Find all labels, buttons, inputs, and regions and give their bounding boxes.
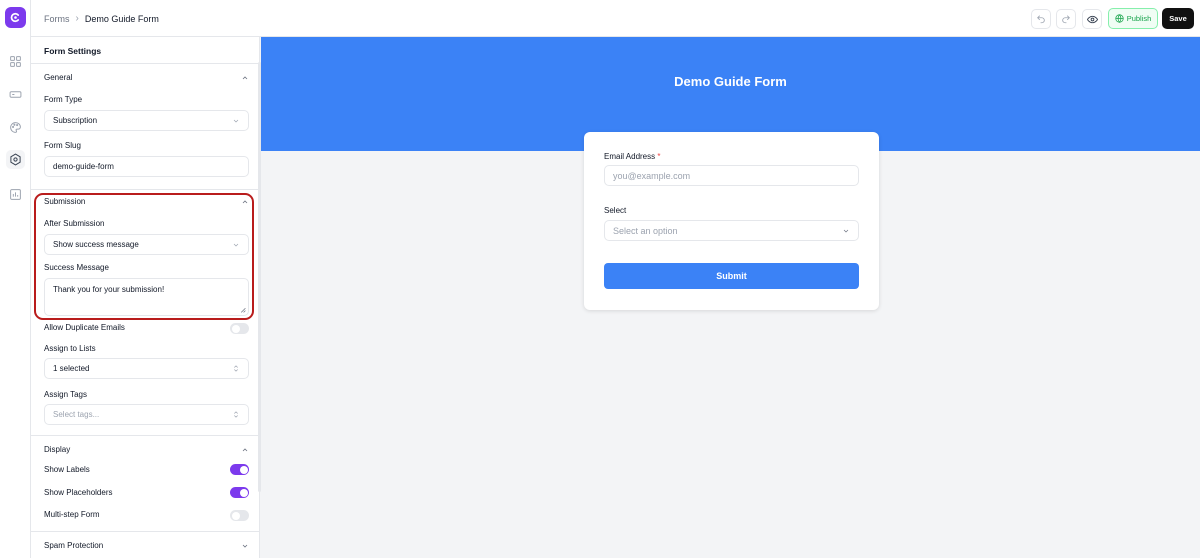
top-bar: Forms › Demo Guide Form Publish Save [31,0,1200,37]
divider [31,435,260,436]
form-preview-canvas: Demo Guide Form Email Address * you@exam… [261,37,1200,558]
save-button[interactable]: Save [1162,8,1194,29]
breadcrumb-forms-link[interactable]: Forms [44,14,70,24]
show-labels-label: Show Labels [44,465,90,474]
multi-step-form-label: Multi-step Form [44,510,100,519]
app-logo-icon[interactable] [5,7,26,28]
chevron-updown-icon [234,411,238,418]
eye-icon [1086,15,1098,23]
toggle-knob [231,511,240,520]
undo-icon [1037,15,1045,24]
form-type-select[interactable]: Subscription [44,110,249,131]
divider [31,189,260,190]
breadcrumb-separator-icon: › [75,13,79,24]
section-display-title: Display [44,445,71,454]
form-type-label: Form Type [44,95,83,104]
settings-gear-icon[interactable] [6,150,25,169]
show-placeholders-label: Show Placeholders [44,488,113,497]
panel-title: Form Settings [44,46,102,56]
form-slug-input[interactable]: demo-guide-form [44,156,249,177]
publish-label: Publish [1126,14,1152,23]
publish-button[interactable]: Publish [1108,8,1158,29]
toggle-knob [239,488,248,497]
breadcrumb: Forms › Demo Guide Form [44,13,159,24]
chevron-up-icon [242,447,248,451]
preview-button[interactable] [1082,9,1102,29]
required-mark: * [657,152,661,161]
chevron-down-icon [843,229,849,232]
form-preview-card: Email Address * you@example.com Select S… [584,132,879,310]
select-label: Select [604,206,627,215]
allow-duplicate-emails-toggle[interactable] [230,323,249,334]
toggle-knob [231,324,240,333]
breadcrumb-current: Demo Guide Form [84,13,159,24]
form-slug-label: Form Slug [44,141,81,150]
icon-rail [0,0,31,558]
redo-button[interactable] [1056,9,1076,29]
globe-icon [1115,14,1124,23]
analytics-icon[interactable] [6,185,25,204]
chevron-down-icon [233,119,239,122]
assign-lists-label: Assign to Lists [44,344,96,353]
divider [31,531,260,532]
email-label-text: Email Address [604,152,656,161]
dashboard-grid-icon[interactable] [6,52,25,71]
chevron-down-icon [242,544,248,548]
assign-lists-value: 1 selected [53,364,90,373]
palette-icon[interactable] [6,118,25,137]
chevron-up-icon [242,75,248,79]
toggle-knob [239,465,248,474]
section-spam-protection-title: Spam Protection [44,541,104,550]
assign-lists-select[interactable]: 1 selected [44,358,249,379]
chevron-updown-icon [234,365,238,372]
submit-button[interactable]: Submit [604,263,859,289]
email-placeholder: you@example.com [613,170,691,181]
section-display-header[interactable]: Display [44,445,249,454]
form-preview-title: Demo Guide Form [674,74,787,89]
show-labels-toggle[interactable] [230,464,249,475]
email-input[interactable]: you@example.com [604,165,859,186]
assign-tags-label: Assign Tags [44,390,87,399]
section-spam-protection-header[interactable]: Spam Protection [44,541,249,550]
submission-section-highlight [34,193,254,320]
divider [31,63,260,64]
section-general-header[interactable]: General [44,73,249,82]
form-type-value: Subscription [53,116,98,125]
assign-tags-placeholder: Select tags... [53,410,100,419]
form-slug-value: demo-guide-form [53,162,114,171]
select-placeholder: Select an option [613,225,678,236]
multi-step-form-toggle[interactable] [230,510,249,521]
section-general-title: General [44,73,73,82]
allow-duplicate-emails-label: Allow Duplicate Emails [44,323,125,332]
email-address-label: Email Address * [604,152,661,161]
assign-tags-select[interactable]: Select tags... [44,404,249,425]
redo-icon [1062,15,1070,24]
select-dropdown[interactable]: Select an option [604,220,859,241]
show-placeholders-toggle[interactable] [230,487,249,498]
form-input-icon[interactable] [6,85,25,104]
undo-button[interactable] [1031,9,1051,29]
